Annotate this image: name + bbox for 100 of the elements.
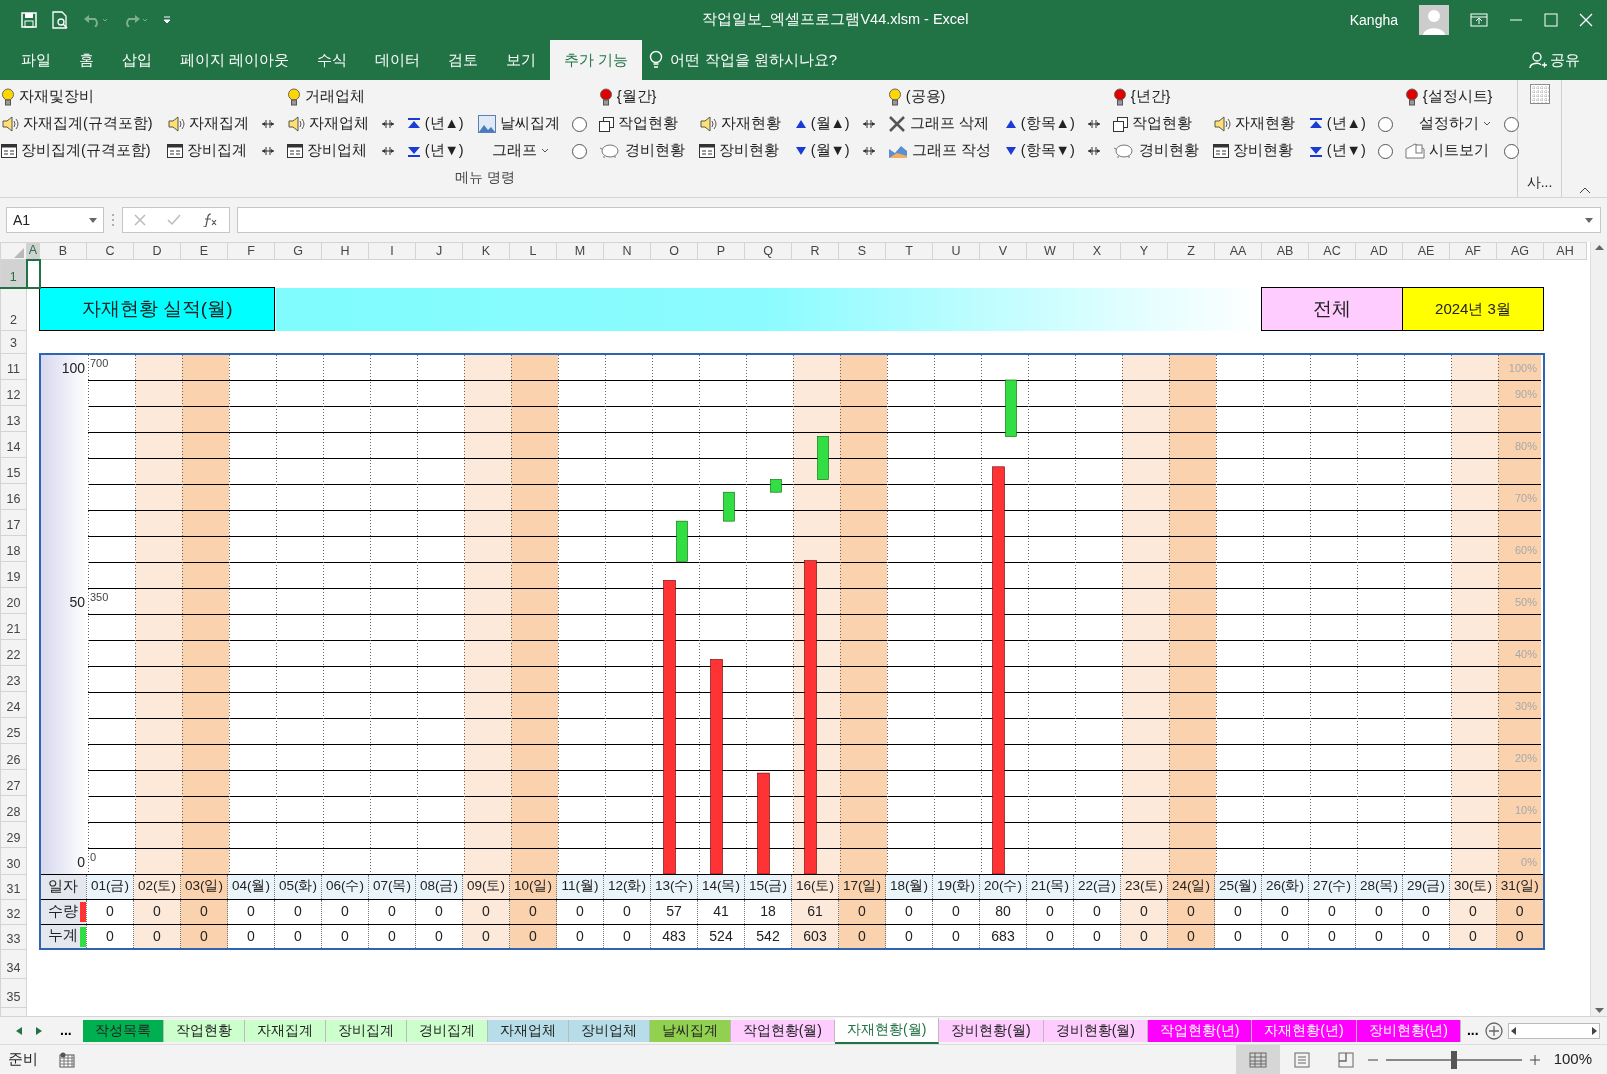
- split-arrows-icon[interactable]: [260, 118, 275, 130]
- previous-sheet-icon[interactable]: [16, 1026, 22, 1035]
- more-tabs-button[interactable]: ...: [56, 1020, 76, 1041]
- scroll-right-icon[interactable]: [1592, 1026, 1597, 1035]
- row-header[interactable]: 20: [0, 587, 27, 614]
- row-header[interactable]: 33: [0, 924, 27, 949]
- ribbon-button[interactable]: {월간}: [596, 85, 659, 109]
- column-header[interactable]: AC: [1308, 242, 1356, 260]
- radio-button[interactable]: [1377, 143, 1393, 159]
- column-header[interactable]: AF: [1449, 242, 1497, 260]
- scroll-left-icon[interactable]: [1511, 1026, 1516, 1035]
- ribbon-button[interactable]: (년▼): [404, 139, 466, 163]
- menu-tab[interactable]: 홈: [65, 40, 108, 80]
- row-header[interactable]: 31: [0, 874, 27, 899]
- sheet-tab[interactable]: 날씨집계: [649, 1019, 731, 1042]
- split-arrows-icon[interactable]: [1086, 118, 1101, 130]
- column-header[interactable]: X: [1073, 242, 1121, 260]
- column-header[interactable]: G: [274, 242, 322, 260]
- column-header[interactable]: E: [180, 242, 228, 260]
- row-header[interactable]: 11: [0, 353, 27, 380]
- ribbon-button[interactable]: 장비현황: [1210, 139, 1295, 163]
- menu-tab[interactable]: 삽입: [108, 40, 166, 80]
- column-header[interactable]: M: [556, 242, 604, 260]
- row-header[interactable]: 30: [0, 847, 27, 874]
- menu-tab[interactable]: 파일: [7, 40, 65, 80]
- row-header[interactable]: 26: [0, 743, 27, 770]
- ribbon-button[interactable]: {설정시트}: [1402, 85, 1495, 109]
- menu-tab[interactable]: 페이지 레이아웃: [166, 40, 304, 80]
- ribbon-button[interactable]: 자재업체: [284, 112, 371, 136]
- ribbon-button[interactable]: 장비업체: [284, 139, 369, 163]
- ribbon-button[interactable]: 자재현황: [696, 112, 783, 136]
- ribbon-button[interactable]: 그래프 삭제: [885, 112, 991, 136]
- ribbon-button[interactable]: 그래프: [475, 139, 551, 163]
- column-header[interactable]: N: [603, 242, 651, 260]
- ribbon-button[interactable]: (년▲): [1306, 112, 1368, 136]
- ribbon-button[interactable]: 장비집계: [164, 139, 249, 163]
- row-header[interactable]: 34: [0, 949, 27, 978]
- print-preview-icon[interactable]: [51, 11, 69, 29]
- split-arrows-icon[interactable]: [380, 118, 395, 130]
- add-sheet-icon[interactable]: [1484, 1021, 1503, 1040]
- collapse-icon[interactable]: [1578, 185, 1591, 194]
- sheet-tab[interactable]: 자재업체: [487, 1019, 569, 1042]
- share-button[interactable]: 공유: [1522, 40, 1586, 80]
- ribbon-button[interactable]: 그래프 작성: [885, 139, 993, 163]
- split-arrows-icon[interactable]: [1086, 145, 1101, 157]
- row-header[interactable]: 24: [0, 691, 27, 718]
- formula-input[interactable]: [237, 207, 1601, 233]
- ribbon-button[interactable]: 거래업체: [284, 85, 367, 109]
- split-arrows-icon[interactable]: [861, 118, 876, 130]
- ribbon-button[interactable]: 경비현황: [596, 139, 687, 163]
- row-header[interactable]: 27: [0, 769, 27, 796]
- ribbon-button[interactable]: (월▼): [792, 139, 852, 163]
- menu-tab[interactable]: 수식: [303, 40, 362, 80]
- radio-button[interactable]: [571, 116, 587, 132]
- ribbon-display-icon[interactable]: [1470, 13, 1488, 27]
- ribbon-button[interactable]: (공용): [885, 85, 948, 109]
- sheet-tab[interactable]: 장비업체: [568, 1019, 650, 1042]
- column-header[interactable]: T: [885, 242, 933, 260]
- row-header[interactable]: 17: [0, 509, 27, 536]
- row-header[interactable]: 12: [0, 379, 27, 406]
- radio-button[interactable]: [1504, 116, 1520, 132]
- ribbon-button[interactable]: 설정하기: [1402, 112, 1493, 136]
- menu-tab[interactable]: 보기: [492, 40, 551, 80]
- slider-thumb[interactable]: [1450, 1050, 1457, 1069]
- view-button[interactable]: [1235, 1044, 1280, 1074]
- column-header[interactable]: Y: [1120, 242, 1168, 260]
- split-arrows-icon[interactable]: [380, 145, 395, 157]
- column-header[interactable]: B: [39, 242, 87, 260]
- column-header[interactable]: O: [650, 242, 698, 260]
- ribbon-button[interactable]: (년▼): [1306, 139, 1368, 163]
- save-icon[interactable]: [21, 12, 37, 28]
- selected-cell[interactable]: [26, 259, 40, 288]
- maximize-icon[interactable]: [1544, 13, 1558, 27]
- row-header[interactable]: 3: [0, 330, 27, 354]
- scroll-down-icon[interactable]: [1594, 1008, 1604, 1014]
- row-header[interactable]: 21: [0, 613, 27, 640]
- row-header[interactable]: 28: [0, 795, 27, 822]
- grid-icon[interactable]: [1529, 84, 1550, 104]
- row-header[interactable]: 32: [0, 899, 27, 924]
- column-header[interactable]: H: [321, 242, 369, 260]
- column-header[interactable]: AB: [1261, 242, 1309, 260]
- column-header[interactable]: R: [791, 242, 839, 260]
- column-header[interactable]: V: [979, 242, 1027, 260]
- ribbon-button[interactable]: 장비집계(규격포함): [0, 139, 153, 163]
- sheet-tab[interactable]: 장비집계: [325, 1019, 407, 1042]
- row-header[interactable]: 2: [0, 287, 27, 331]
- ribbon-button[interactable]: 경비현황: [1110, 139, 1201, 163]
- ribbon-button[interactable]: (항목▲): [1002, 112, 1077, 136]
- sheet-tab[interactable]: 작업현황(월): [730, 1019, 835, 1042]
- ribbon-button[interactable]: 자재현황: [1210, 112, 1297, 136]
- close-icon[interactable]: [1579, 13, 1593, 27]
- row-header[interactable]: 19: [0, 561, 27, 588]
- ribbon-button[interactable]: (항목▼): [1002, 139, 1077, 163]
- row-header[interactable]: 23: [0, 665, 27, 692]
- ribbon-button[interactable]: 자재및장비: [0, 85, 96, 109]
- row-header[interactable]: 25: [0, 717, 27, 744]
- column-header[interactable]: AA: [1214, 242, 1262, 260]
- customize-icon[interactable]: [163, 16, 171, 24]
- column-header[interactable]: L: [509, 242, 557, 260]
- split-arrows-icon[interactable]: [260, 145, 275, 157]
